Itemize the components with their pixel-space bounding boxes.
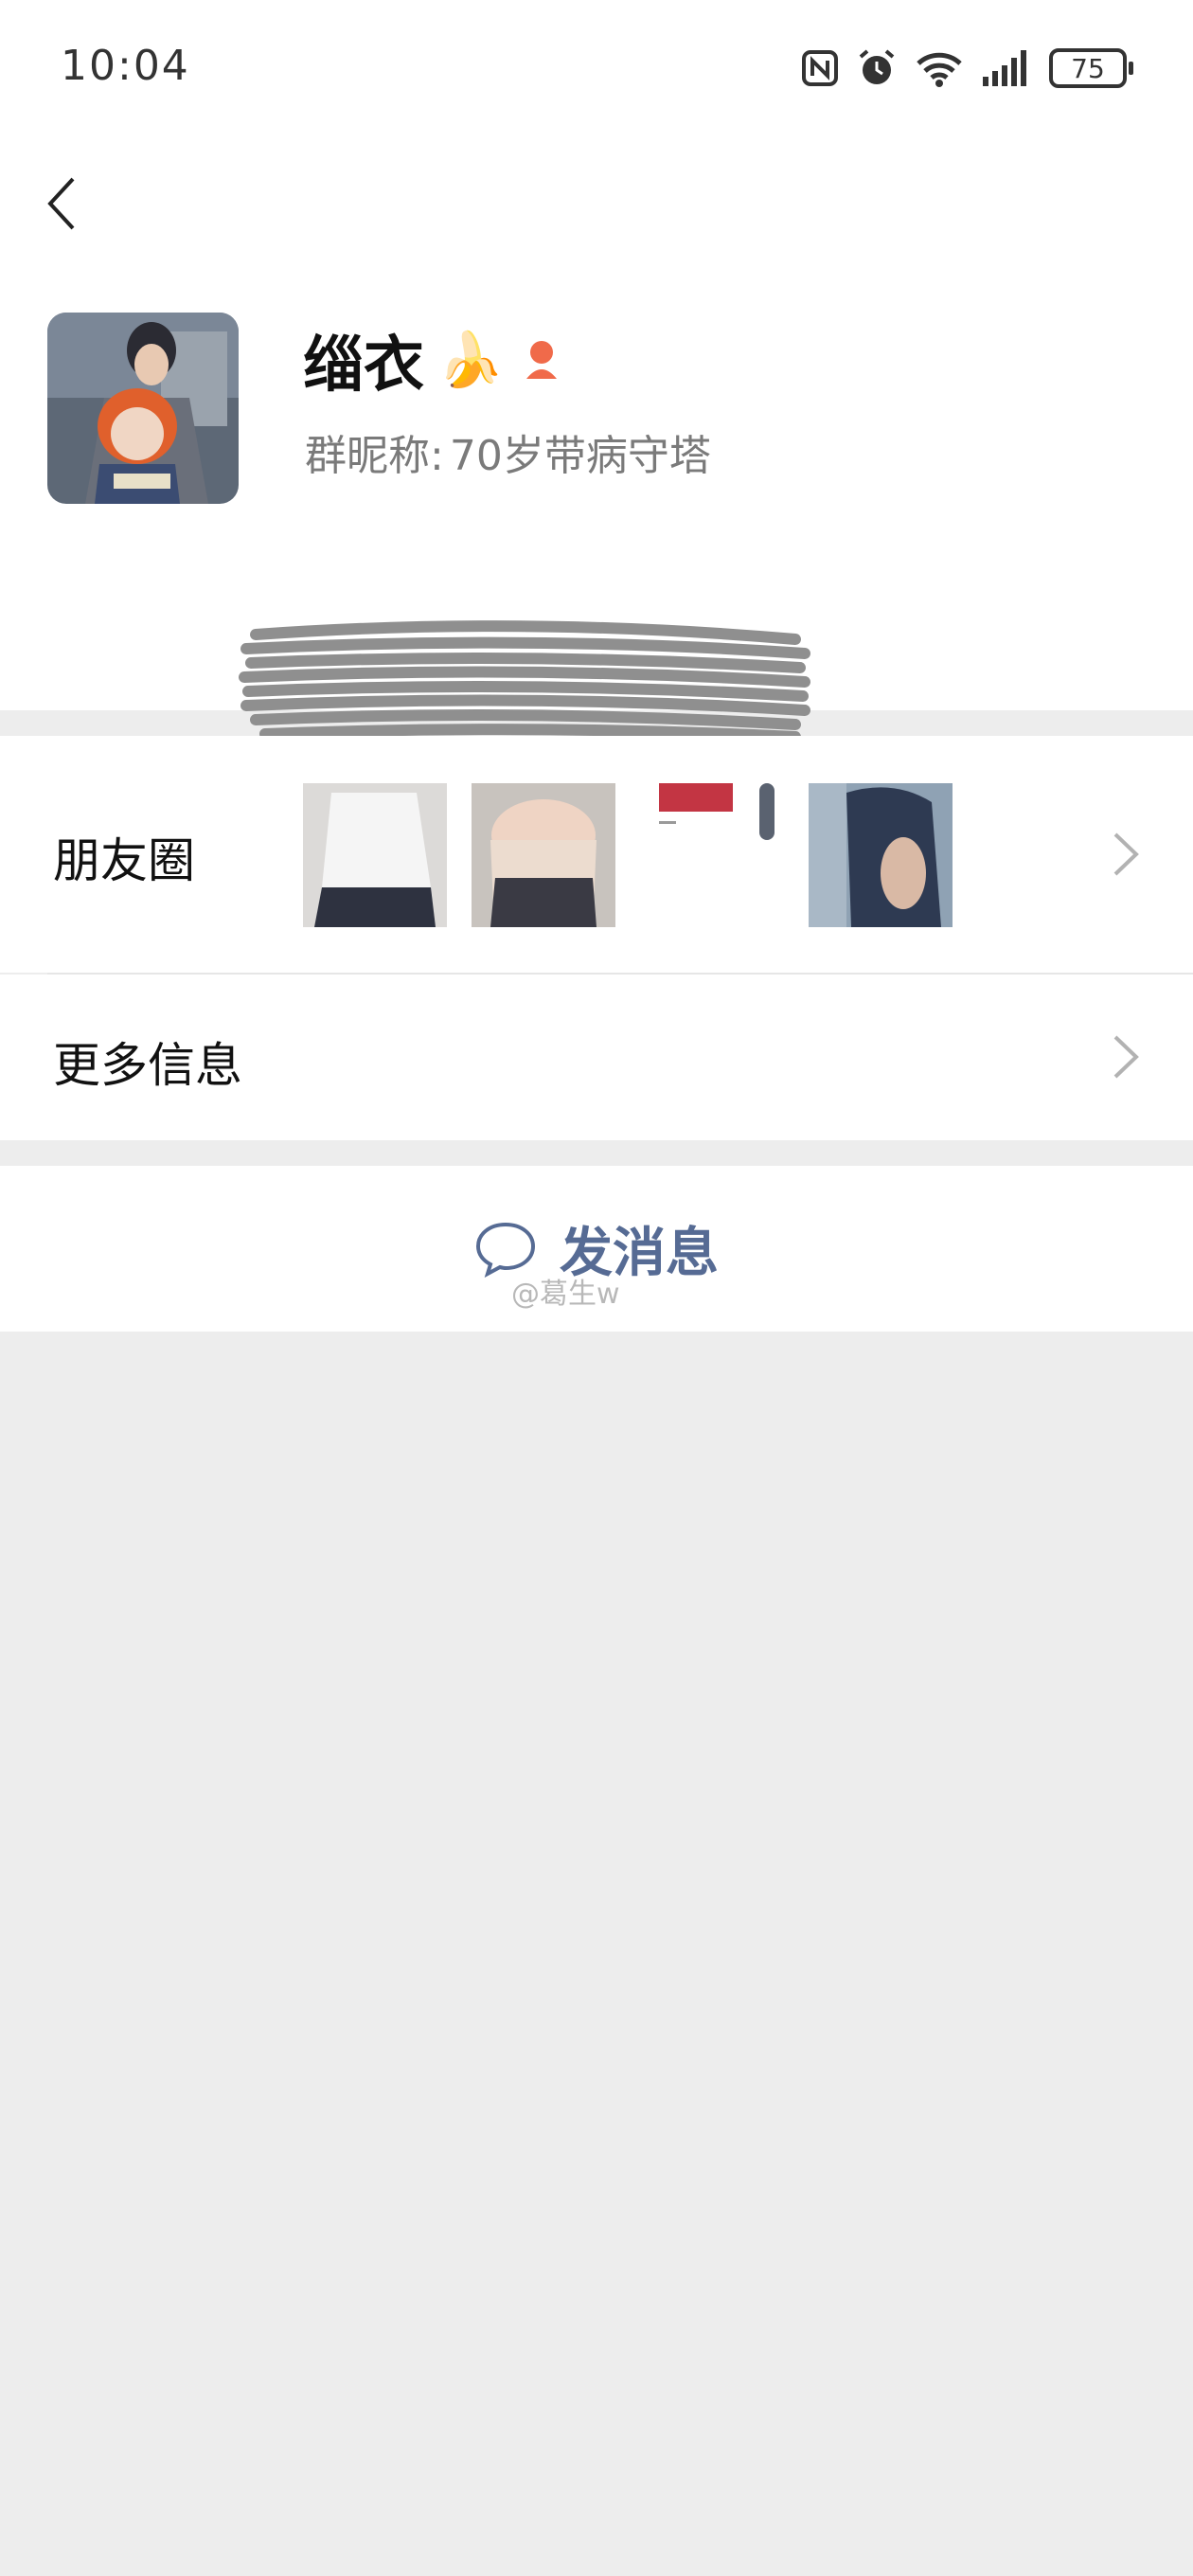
- moments-thumbnail[interactable]: [303, 783, 447, 927]
- chevron-left-icon: [47, 177, 75, 230]
- name-row: 缁衣 🍌: [303, 317, 566, 402]
- chevron-right-icon: [1113, 832, 1139, 876]
- profile-name: 缁衣: [303, 331, 424, 401]
- group-nickname-value: 70岁带病守塔: [449, 432, 711, 480]
- battery-indicator: 75: [1049, 48, 1133, 88]
- banana-emoji: 🍌: [437, 330, 504, 391]
- profile-header: 缁衣 🍌 群昵称: 70岁带病守塔: [0, 133, 1193, 742]
- battery-level: 75: [1071, 52, 1105, 84]
- avatar[interactable]: [47, 313, 239, 504]
- redaction-scribble: [239, 620, 810, 742]
- moments-row[interactable]: 朋友圈: [0, 736, 1193, 973]
- status-icons: 75: [801, 44, 1133, 93]
- moments-thumbnail[interactable]: [809, 783, 953, 927]
- moments-thumbnail[interactable]: [472, 783, 615, 927]
- moments-thumbnails: [303, 783, 953, 927]
- avatar-image: [47, 313, 239, 504]
- wifi-icon: [917, 52, 962, 87]
- nfc-icon: [802, 50, 838, 86]
- send-message-button[interactable]: 发消息 @葛生w: [0, 1166, 1193, 1332]
- group-nickname: 群昵称: 70岁带病守塔: [305, 421, 711, 482]
- signal-icon: [983, 50, 1026, 86]
- group-nickname-label: 群昵称:: [305, 432, 444, 480]
- chevron-right-icon: [1113, 1035, 1139, 1079]
- chat-bubble-icon: [475, 1222, 536, 1278]
- more-info-row[interactable]: 更多信息: [0, 975, 1193, 1140]
- female-icon: [525, 341, 557, 379]
- status-bar: 10:04 75: [0, 0, 1193, 133]
- moments-thumbnail[interactable]: [640, 783, 784, 927]
- watermark: @葛生w: [511, 1278, 620, 1311]
- status-time: 10:04: [61, 42, 190, 90]
- alarm-icon: [859, 49, 895, 84]
- moments-label: 朋友圈: [53, 833, 195, 888]
- more-info-label: 更多信息: [53, 1038, 242, 1093]
- back-button[interactable]: [28, 161, 95, 246]
